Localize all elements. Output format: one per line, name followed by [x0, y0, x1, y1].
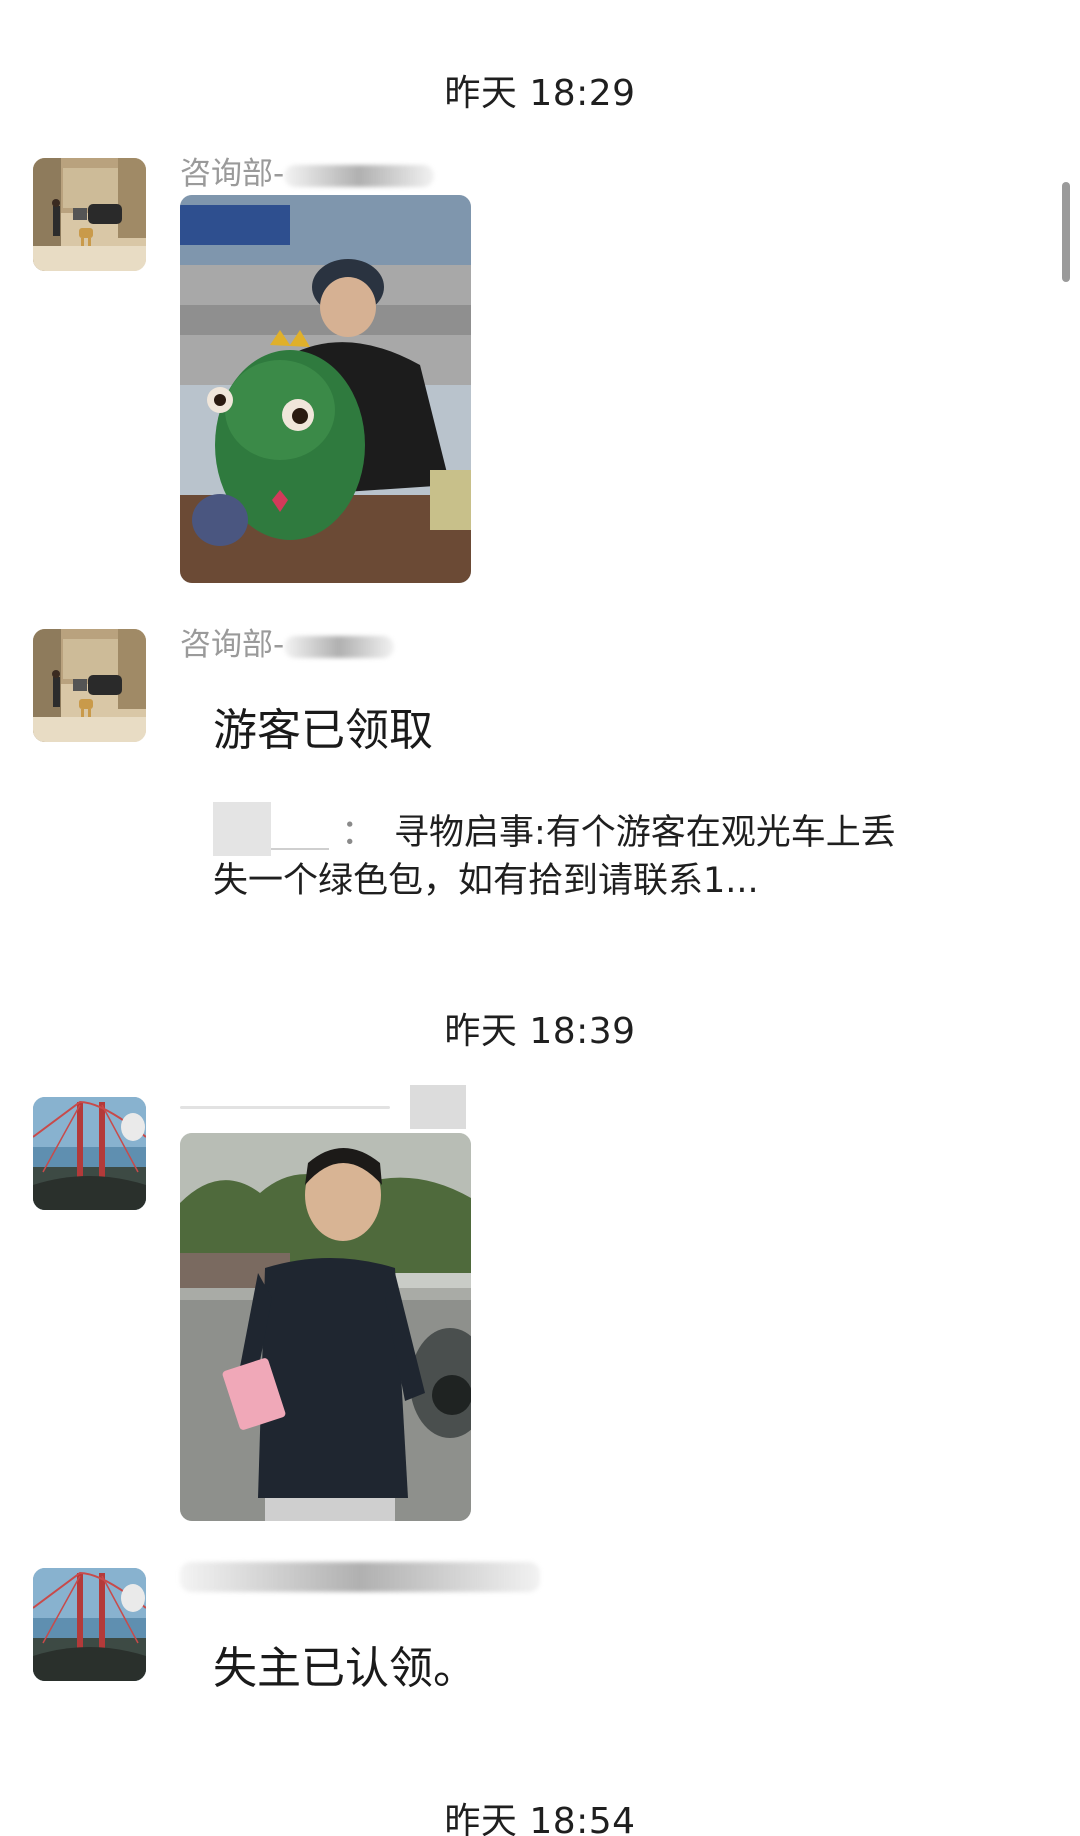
photo-man-with-frog-toy-icon [180, 195, 471, 583]
message-image[interactable] [180, 195, 471, 583]
redacted-name [180, 1105, 390, 1109]
timestamp: 昨天 18:29 [444, 73, 636, 114]
timestamp: 昨天 18:39 [444, 1011, 636, 1052]
avatar[interactable] [33, 629, 146, 742]
message-image[interactable] [180, 1133, 471, 1521]
sender-name: 咨询部- [180, 148, 435, 193]
bridge-photo-avatar-icon [33, 1568, 146, 1681]
sender-name: 咨询部- [180, 619, 395, 664]
sender-label: 咨询部- [180, 627, 285, 663]
redacted-name [284, 635, 395, 658]
street-photo-avatar-icon [33, 158, 146, 271]
group-notice[interactable]: ：寻物启事:有个游客在观光车上丢失一个绿色包，如有拾到请联系1... [213, 802, 913, 905]
sender-name [180, 1085, 466, 1129]
redacted-avatar [213, 802, 271, 856]
chat-screen: 昨天 18:29 咨询部- 咨询部- 游客已领取 ： 寻物启事:有个游客在观光车… [0, 0, 1080, 1836]
redacted-block [410, 1085, 466, 1129]
redacted-name [180, 1561, 540, 1592]
avatar[interactable] [33, 158, 146, 271]
sender-name [180, 1557, 540, 1593]
bridge-photo-avatar-icon [33, 1097, 146, 1210]
redacted-name [284, 164, 435, 187]
avatar[interactable] [33, 1568, 146, 1681]
message-text[interactable]: 失主已认领。 [213, 1632, 477, 1696]
redacted-name [271, 820, 329, 850]
street-photo-avatar-icon [33, 629, 146, 742]
message-text[interactable]: 游客已领取 [213, 694, 433, 758]
photo-man-holding-pink-item-icon [180, 1133, 471, 1521]
timestamp: 昨天 18:54 [444, 1801, 636, 1836]
avatar[interactable] [33, 1097, 146, 1210]
notice-colon: ： [341, 813, 377, 853]
scrollbar[interactable] [1062, 182, 1070, 282]
sender-label: 咨询部- [180, 156, 285, 192]
